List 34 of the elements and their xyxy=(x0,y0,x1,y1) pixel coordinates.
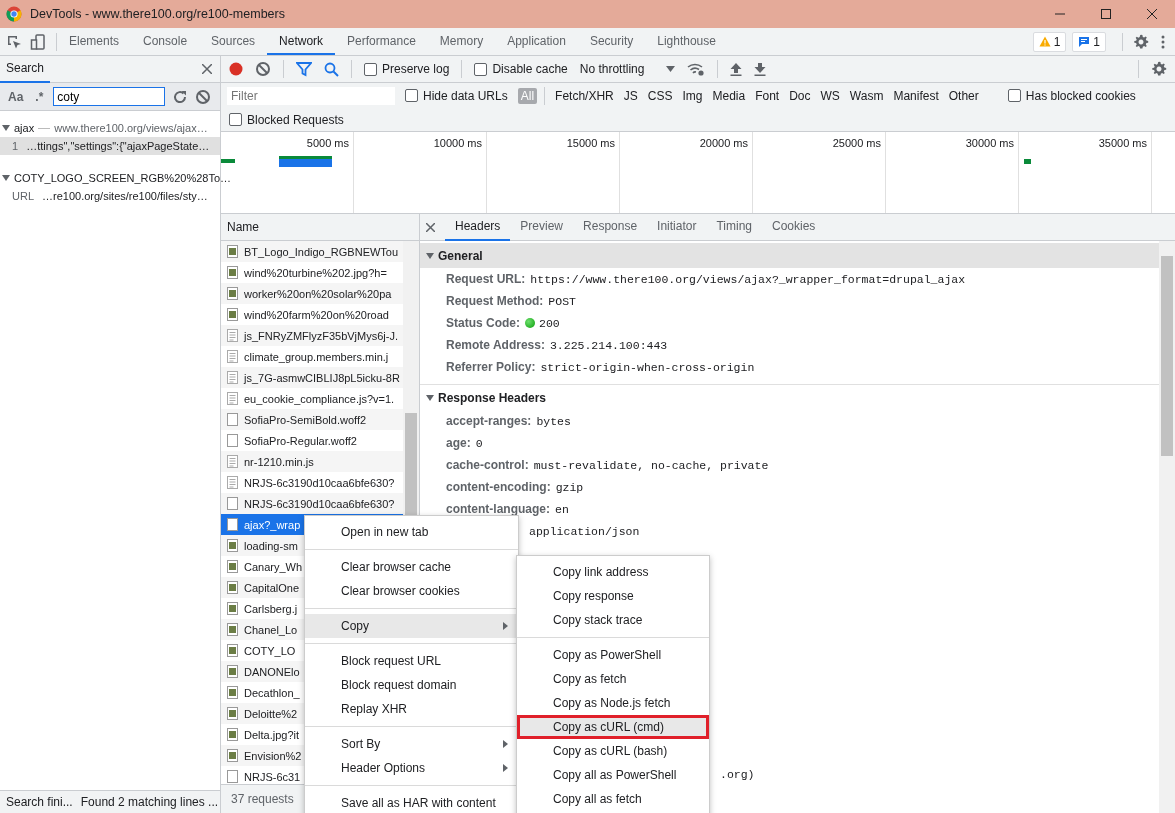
search-summary: Found 2 matching lines ... xyxy=(80,795,219,809)
header-value: application/json xyxy=(529,524,640,538)
header-value: must-revalidate, no-cache, private xyxy=(533,458,769,472)
header-value: gzip xyxy=(555,480,584,494)
timeline-tick-label: 10000 ms xyxy=(433,137,482,149)
header-value: bytes xyxy=(536,414,571,428)
header-name: cache-control: xyxy=(446,458,529,472)
header-name: content-encoding: xyxy=(446,480,551,494)
timeline-tick-label: 20000 ms xyxy=(699,137,748,149)
request-count: 37 requests xyxy=(231,792,294,806)
header-name: Referrer Policy: xyxy=(446,360,536,374)
header-value: POST xyxy=(548,294,576,308)
header-value: .org) xyxy=(720,767,755,781)
timeline-tick-label: 30000 ms xyxy=(965,137,1014,149)
timeline-tick-label: 5000 ms xyxy=(306,137,349,149)
window-title: DevTools - www.there100.org/re100-members xyxy=(30,7,286,21)
header-name: Request URL: xyxy=(446,272,526,286)
header-value: 0 xyxy=(475,436,483,450)
header-name: age: xyxy=(446,436,471,450)
timeline-tick-label: 15000 ms xyxy=(566,137,615,149)
header-name: accept-ranges: xyxy=(446,414,532,428)
header-name: content-language: xyxy=(446,502,550,516)
header-value: 200 xyxy=(539,316,560,330)
result-url: www.there100.org/views/ajax… xyxy=(54,122,208,134)
header-value: https://www.there100.org/views/ajax?_wrapper_format=drupal_ajax xyxy=(530,272,966,286)
timeline-tick-label: 35000 ms xyxy=(1098,137,1147,149)
header-value: strict-origin-when-cross-origin xyxy=(540,360,755,374)
header-name: Status Code: xyxy=(446,316,520,330)
header-name: Remote Address: xyxy=(446,338,545,352)
search-status: Search fini... xyxy=(6,795,73,809)
header-value: 3.225.214.100:443 xyxy=(549,338,668,352)
timeline-tick-label: 25000 ms xyxy=(832,137,881,149)
header-value: en xyxy=(555,502,569,516)
header-name: Request Method: xyxy=(446,294,544,308)
